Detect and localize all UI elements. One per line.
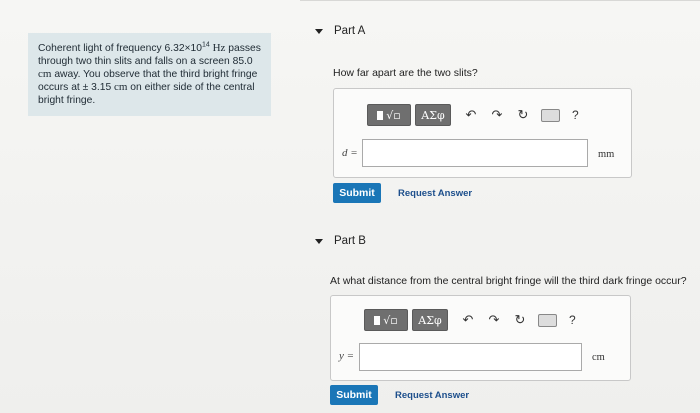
reset-icon[interactable]: ↻ xyxy=(510,310,530,330)
templates-button[interactable]: √▫ xyxy=(364,309,408,331)
part-a-toggle[interactable]: Part A xyxy=(315,25,365,37)
keyboard-icon[interactable] xyxy=(541,108,560,122)
radical-label: √▫ xyxy=(383,313,398,327)
keyboard-icon[interactable] xyxy=(538,313,557,327)
part-b-toggle[interactable]: Part B xyxy=(315,235,366,247)
part-b-variable: y = xyxy=(339,350,355,362)
part-b-toolbar: √▫ ΑΣφ ↶ ↷ ↻ ? xyxy=(364,309,576,331)
help-button[interactable]: ? xyxy=(572,108,579,122)
part-b-unit: cm xyxy=(592,352,605,363)
part-b-answer-input[interactable] xyxy=(359,343,582,371)
symbols-button[interactable]: ΑΣφ xyxy=(412,309,448,331)
problem-exponent: 14 xyxy=(202,41,210,49)
part-b-submit-button[interactable]: Submit xyxy=(330,385,378,405)
problem-unit-cm-2: cm xyxy=(111,81,128,93)
part-b-question: At what distance from the central bright… xyxy=(330,275,687,287)
part-a-submit-button[interactable]: Submit xyxy=(333,183,381,203)
chevron-down-icon xyxy=(315,28,323,34)
part-b-request-answer-link[interactable]: Request Answer xyxy=(395,390,469,401)
page: Coherent light of frequency 6.32×1014 Hz… xyxy=(0,0,700,413)
part-a-request-answer-link[interactable]: Request Answer xyxy=(398,188,472,199)
part-a-variable: d = xyxy=(342,147,358,159)
undo-icon[interactable]: ↶ xyxy=(461,105,481,125)
redo-icon[interactable]: ↷ xyxy=(487,105,507,125)
part-a-answer-input[interactable] xyxy=(362,139,588,167)
problem-statement: Coherent light of frequency 6.32×1014 Hz… xyxy=(28,33,271,116)
part-b-label: Part B xyxy=(334,235,366,247)
templates-button[interactable]: √▫ xyxy=(367,104,411,126)
undo-icon[interactable]: ↶ xyxy=(458,310,478,330)
top-divider xyxy=(300,0,700,1)
redo-icon[interactable]: ↷ xyxy=(484,310,504,330)
part-a-label: Part A xyxy=(334,25,366,37)
symbols-button[interactable]: ΑΣφ xyxy=(415,104,451,126)
part-a-toolbar: √▫ ΑΣφ ↶ ↷ ↻ ? xyxy=(367,104,579,126)
problem-unit-hz: Hz xyxy=(209,42,226,54)
part-a-question: How far apart are the two slits? xyxy=(333,67,478,79)
chevron-down-icon xyxy=(315,238,323,244)
problem-unit-cm-1: cm xyxy=(38,68,52,80)
part-a-unit: mm xyxy=(598,149,615,160)
problem-text-1: Coherent light of frequency 6.32×10 xyxy=(38,43,203,54)
radical-label: √▫ xyxy=(386,108,401,122)
help-button[interactable]: ? xyxy=(569,313,576,327)
reset-icon[interactable]: ↻ xyxy=(513,105,533,125)
